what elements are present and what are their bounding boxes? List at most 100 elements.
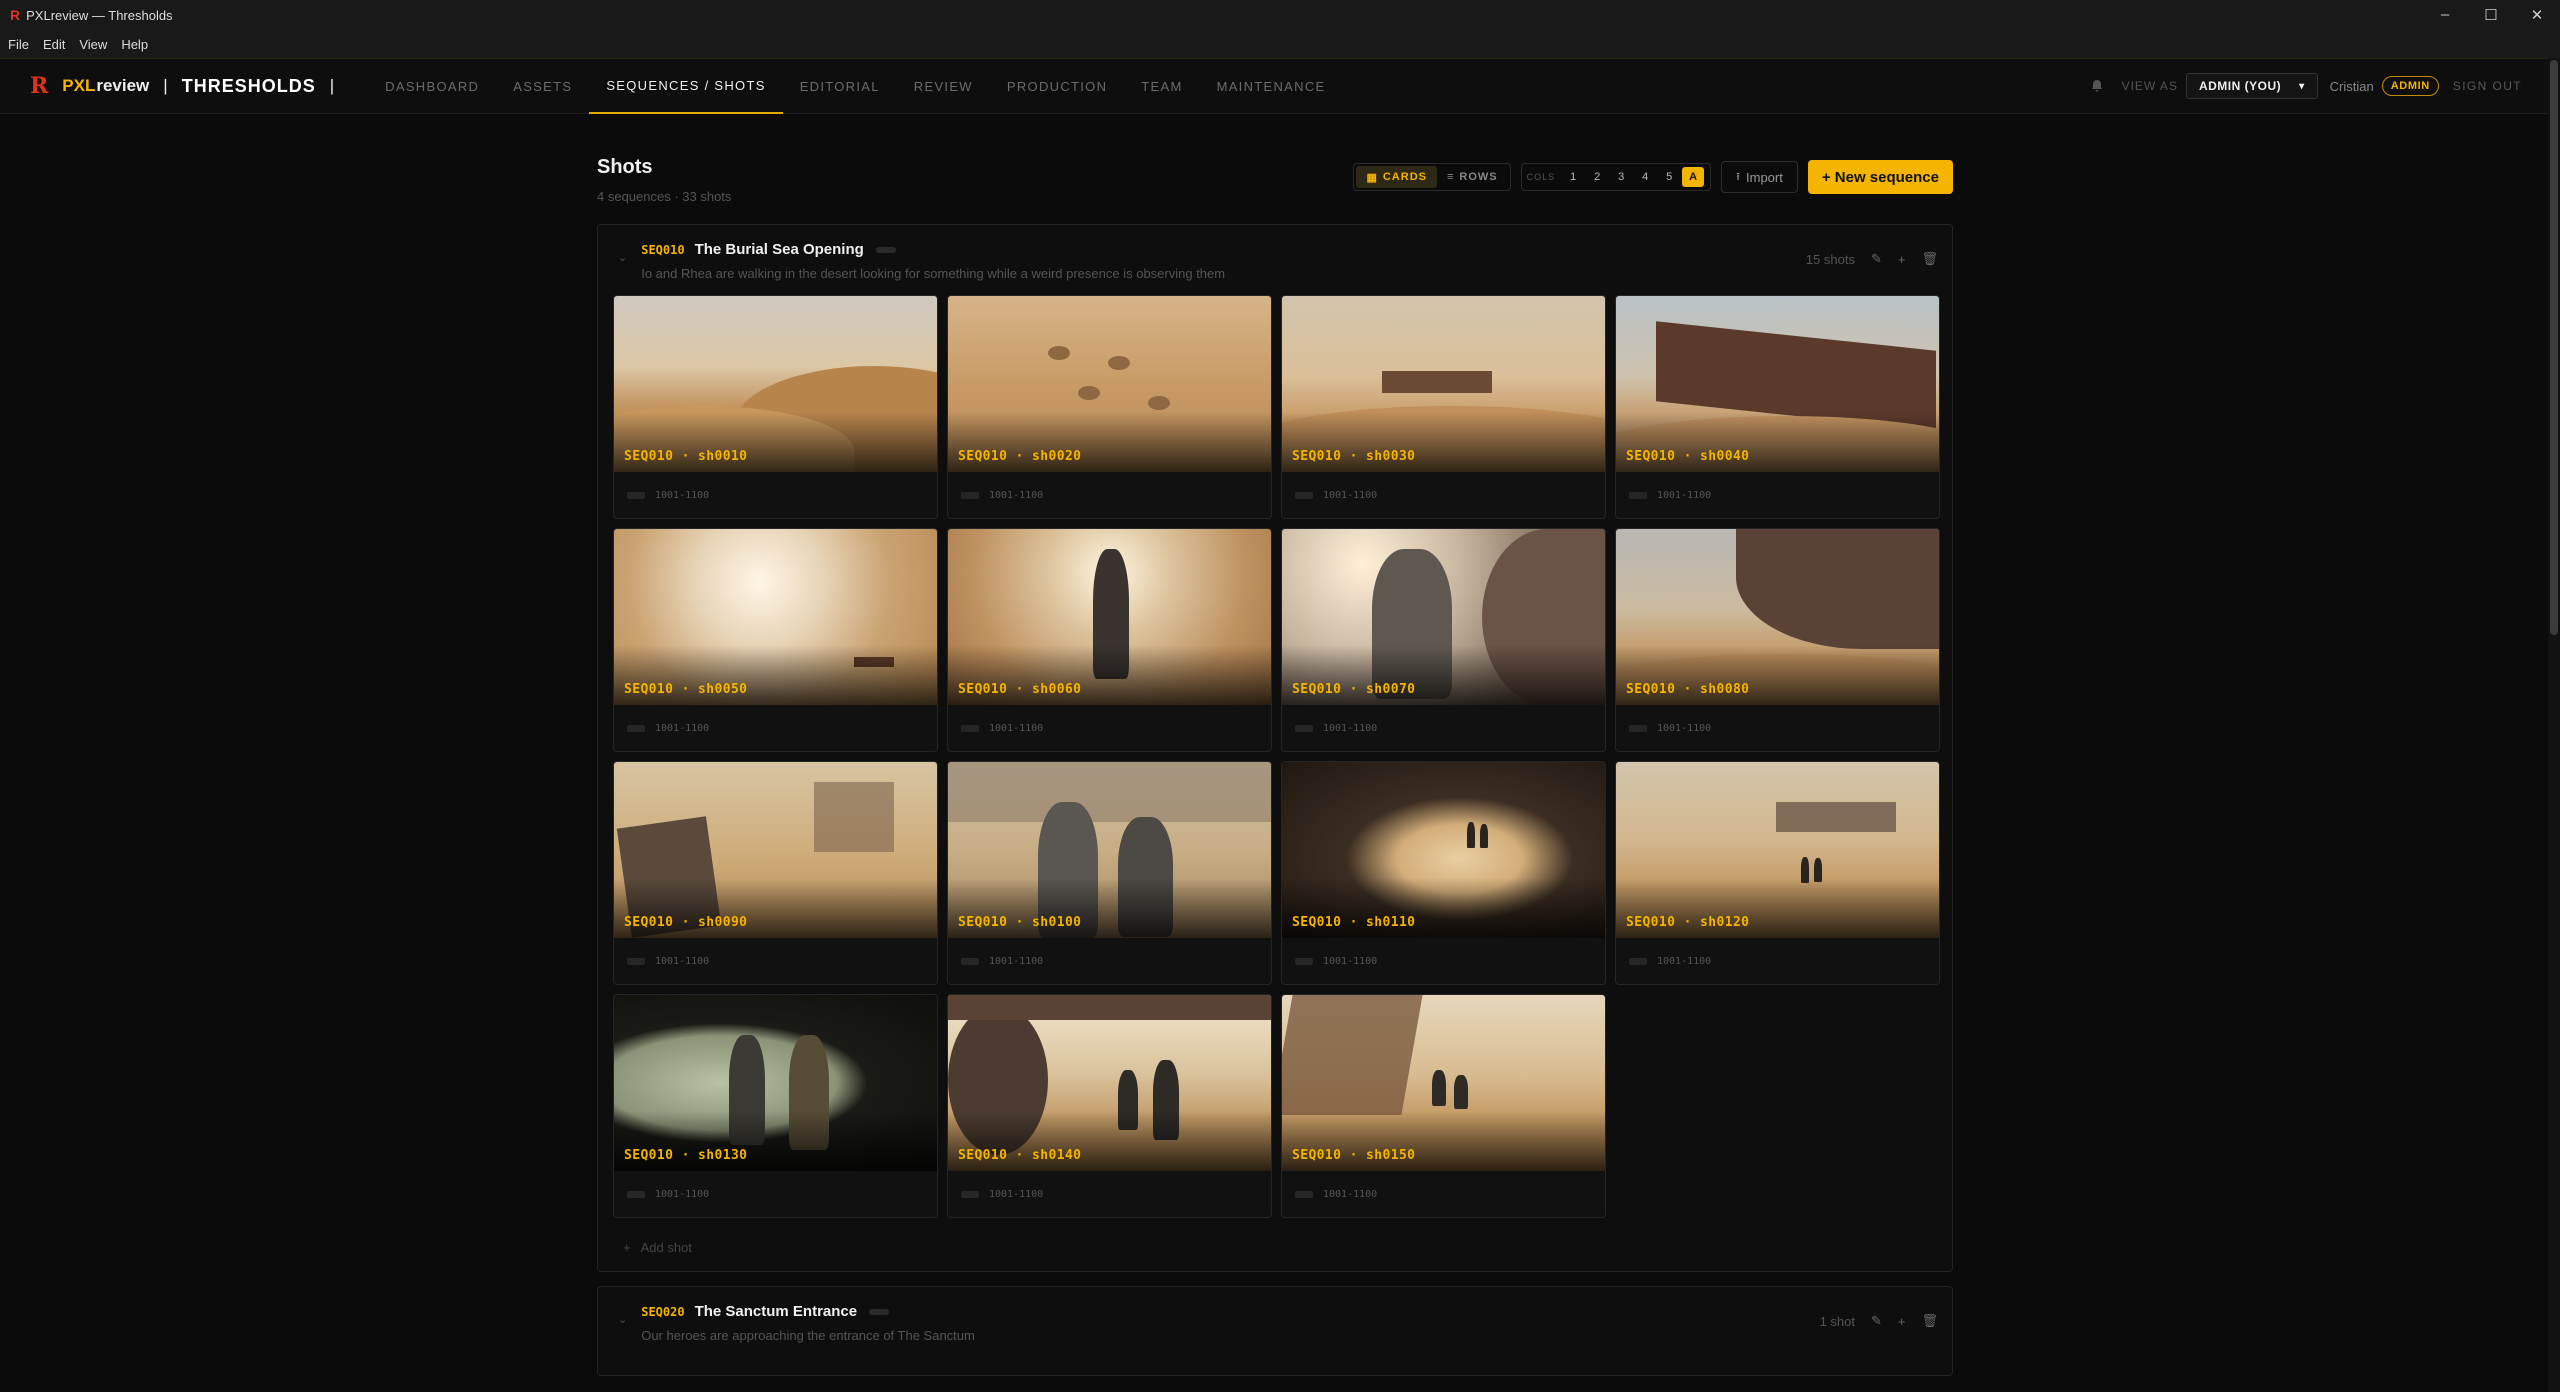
shot-card[interactable]: SEQ010 · sh0130 1001-1100	[613, 994, 938, 1218]
tab-review[interactable]: REVIEW	[897, 58, 990, 114]
shot-thumbnail[interactable]: SEQ010 · sh0140	[948, 995, 1271, 1171]
shot-card[interactable]: SEQ010 · sh0110 1001-1100	[1281, 761, 1606, 985]
tab-maintenance[interactable]: MAINTENANCE	[1200, 58, 1343, 114]
new-sequence-button[interactable]: + New sequence	[1807, 160, 1953, 194]
shot-card-footer: 1001-1100	[1616, 705, 1939, 751]
thumbnail-art	[1078, 386, 1100, 400]
shot-thumbnail[interactable]: SEQ010 · sh0040	[1616, 296, 1939, 472]
maximize-button[interactable]: ☐	[2468, 6, 2514, 24]
minimize-button[interactable]: –	[2422, 6, 2468, 24]
shot-code: SEQ010 · sh0050	[624, 682, 748, 697]
cols-label: COLS	[1526, 172, 1556, 182]
menu-edit[interactable]: Edit	[43, 37, 65, 52]
thumbnail-art	[1432, 1070, 1446, 1106]
shot-thumbnail[interactable]: SEQ010 · sh0110	[1282, 762, 1605, 938]
shot-thumbnail[interactable]: SEQ010 · sh0150	[1282, 995, 1605, 1171]
shot-thumbnail[interactable]: SEQ010 · sh0120	[1616, 762, 1939, 938]
collapse-chevron-icon[interactable]: ⌄	[618, 251, 627, 264]
page-scrollbar[interactable]	[2548, 58, 2560, 1392]
menu-file[interactable]: File	[8, 37, 29, 52]
brand-logo[interactable]: R PXL review | THRESHOLDS |	[30, 73, 348, 99]
shot-card[interactable]: SEQ010 · sh0020 1001-1100	[947, 295, 1272, 519]
menu-view[interactable]: View	[79, 37, 107, 52]
shot-status-chip	[961, 957, 979, 965]
shot-card[interactable]: SEQ010 · sh0050 1001-1100	[613, 528, 938, 752]
shot-card[interactable]: SEQ010 · sh0150 1001-1100	[1281, 994, 1606, 1218]
cols-option-4[interactable]: 4	[1634, 167, 1656, 187]
shot-thumbnail[interactable]: SEQ010 · sh0060	[948, 529, 1271, 705]
pencil-icon[interactable]: ✎	[1871, 251, 1882, 267]
menubar: File Edit View Help	[0, 30, 2560, 58]
rows-view-button[interactable]: ≡ ROWS	[1437, 166, 1508, 188]
shot-card[interactable]: SEQ010 · sh0120 1001-1100	[1615, 761, 1940, 985]
shot-thumbnail[interactable]: SEQ010 · sh0130	[614, 995, 937, 1171]
r-logo-icon: R	[30, 73, 49, 99]
sequence-code: SEQ010	[641, 242, 685, 257]
shot-card[interactable]: SEQ010 · sh0080 1001-1100	[1615, 528, 1940, 752]
add-shot-button[interactable]: + Add shot	[598, 1218, 1952, 1271]
tab-production[interactable]: PRODUCTION	[990, 58, 1124, 114]
shot-card[interactable]: SEQ010 · sh0010 1001-1100	[613, 295, 938, 519]
shot-card-footer: 1001-1100	[614, 938, 937, 984]
trash-icon[interactable]: 🗑	[1921, 251, 1938, 267]
tab-assets[interactable]: ASSETS	[496, 58, 589, 114]
view-as-value: ADMIN (YOU)	[2198, 79, 2282, 93]
shot-code: SEQ010 · sh0140	[958, 1148, 1082, 1163]
tab-editorial[interactable]: EDITORIAL	[783, 58, 897, 114]
tab-sequences-shots[interactable]: SEQUENCES / SHOTS	[589, 58, 783, 114]
shot-thumbnail[interactable]: SEQ010 · sh0010	[614, 296, 937, 472]
nav-tabs: DASHBOARD ASSETS SEQUENCES / SHOTS EDITO…	[368, 58, 1342, 114]
shot-thumbnail[interactable]: SEQ010 · sh0090	[614, 762, 937, 938]
thumbnail-art	[1282, 995, 1423, 1115]
shot-thumbnail[interactable]: SEQ010 · sh0100	[948, 762, 1271, 938]
close-button[interactable]: ✕	[2514, 6, 2560, 24]
shot-status-chip	[1629, 491, 1647, 499]
scrollbar-thumb[interactable]	[2550, 60, 2558, 635]
import-button[interactable]: ⭱ Import	[1721, 161, 1798, 193]
shot-card[interactable]: SEQ010 · sh0060 1001-1100	[947, 528, 1272, 752]
thumbnail-art	[1480, 824, 1488, 848]
sequence-shot-count: 1 shot	[1819, 1313, 1855, 1329]
frame-range: 1001-1100	[655, 722, 710, 734]
collapse-chevron-icon[interactable]: ⌄	[618, 1313, 627, 1326]
shot-thumbnail[interactable]: SEQ010 · sh0050	[614, 529, 937, 705]
cols-option-auto[interactable]: A	[1682, 167, 1705, 187]
shot-thumbnail[interactable]: SEQ010 · sh0080	[1616, 529, 1939, 705]
plus-icon[interactable]: +	[1898, 1314, 1906, 1329]
shot-thumbnail[interactable]: SEQ010 · sh0020	[948, 296, 1271, 472]
r-logo-icon: R	[10, 7, 21, 23]
shot-card[interactable]: SEQ010 · sh0070 1001-1100	[1281, 528, 1606, 752]
plus-icon[interactable]: +	[1898, 252, 1906, 267]
shot-card-footer: 1001-1100	[948, 1171, 1271, 1217]
import-label: Import	[1746, 169, 1783, 185]
tab-team[interactable]: TEAM	[1124, 58, 1199, 114]
cols-option-5[interactable]: 5	[1658, 167, 1680, 187]
shot-card[interactable]: SEQ010 · sh0030 1001-1100	[1281, 295, 1606, 519]
shot-card[interactable]: SEQ010 · sh0140 1001-1100	[947, 994, 1272, 1218]
shot-thumbnail[interactable]: SEQ010 · sh0070	[1282, 529, 1605, 705]
rows-label: ROWS	[1459, 171, 1498, 183]
thumbnail-art	[1454, 1075, 1468, 1109]
sign-out-link[interactable]: SIGN OUT	[2453, 79, 2522, 93]
menu-help[interactable]: Help	[121, 37, 148, 52]
shot-code: SEQ010 · sh0110	[1292, 915, 1416, 930]
brand-pxl: PXL	[62, 76, 96, 95]
cols-option-2[interactable]: 2	[1586, 167, 1608, 187]
cols-option-3[interactable]: 3	[1610, 167, 1632, 187]
tab-dashboard[interactable]: DASHBOARD	[368, 58, 496, 114]
trash-icon[interactable]: 🗑	[1921, 1313, 1938, 1329]
sequence-status-chip	[875, 246, 896, 253]
cols-option-1[interactable]: 1	[1562, 167, 1584, 187]
frame-range: 1001-1100	[1323, 1188, 1378, 1200]
shot-card[interactable]: SEQ010 · sh0100 1001-1100	[947, 761, 1272, 985]
shot-card[interactable]: SEQ010 · sh0040 1001-1100	[1615, 295, 1940, 519]
thumbnail-art	[1148, 396, 1170, 410]
shot-card[interactable]: SEQ010 · sh0090 1001-1100	[613, 761, 938, 985]
frame-range: 1001-1100	[1657, 489, 1712, 501]
shot-thumbnail[interactable]: SEQ010 · sh0030	[1282, 296, 1605, 472]
view-as-select[interactable]: ADMIN (YOU) ▾	[2185, 73, 2318, 99]
cards-view-button[interactable]: ▦ CARDS	[1356, 166, 1437, 188]
frame-range: 1001-1100	[989, 955, 1044, 967]
bell-icon[interactable]	[2090, 79, 2104, 93]
pencil-icon[interactable]: ✎	[1871, 1313, 1882, 1329]
